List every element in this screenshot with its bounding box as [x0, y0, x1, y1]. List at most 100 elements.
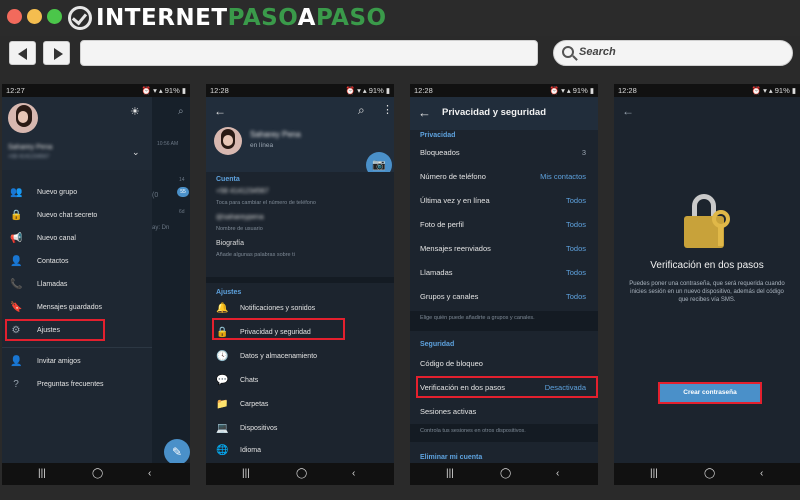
- close-window-button[interactable]: [7, 9, 22, 24]
- compose-fab-button[interactable]: ✎: [164, 439, 190, 465]
- sun-icon[interactable]: ☀: [130, 105, 140, 118]
- back-icon[interactable]: ‹: [760, 468, 763, 479]
- phone-screen-settings: 12:28 ⏰ ▾ ▴ 91% ▮ ← ⌕ ⋮ Saharey Pena en …: [206, 84, 394, 485]
- drawer-item-label: Mensajes guardados: [37, 304, 102, 311]
- create-password-button[interactable]: Crear contraseña: [658, 382, 762, 404]
- drawer-item-faq[interactable]: ? Preguntas frecuentes: [2, 374, 152, 396]
- privacy-row-blocked[interactable]: Bloqueados 3: [410, 141, 598, 165]
- lock-icon: 🔒: [10, 210, 23, 221]
- chat-list-background: ⌕ 10:56 AM 14 55 (0 6d ay: Dn ✎: [152, 97, 190, 465]
- account-phone-hint: Toca para cambiar el número de teléfono: [216, 200, 316, 206]
- browser-toolbar: Search: [0, 36, 800, 76]
- minimize-window-button[interactable]: [27, 9, 42, 24]
- bio-label[interactable]: Biografía: [216, 240, 244, 247]
- status-right: ⏰ ▾ ▴ 91% ▮: [549, 86, 594, 95]
- settings-item-devices[interactable]: 💻 Dispositivos: [206, 417, 394, 441]
- title-bar: INTERNETPASOAPASO: [0, 0, 800, 36]
- section-header: Eliminar mi cuenta: [420, 454, 483, 461]
- battery-level: 91%: [368, 86, 384, 95]
- back-arrow-icon[interactable]: ←: [214, 104, 226, 118]
- home-icon[interactable]: ◯: [296, 468, 307, 479]
- phone-screen-privacy: 12:28 ⏰ ▾ ▴ 91% ▮ ← Privacidad y segurid…: [410, 84, 598, 485]
- back-icon[interactable]: ‹: [148, 468, 151, 479]
- drawer-item-label: Preguntas frecuentes: [37, 381, 104, 388]
- settings-item-language[interactable]: 🌐 Idioma: [206, 439, 394, 463]
- drawer-item-saved[interactable]: 🔖 Mensajes guardados: [2, 297, 152, 319]
- security-row-passcode[interactable]: Código de bloqueo: [410, 352, 598, 376]
- settings-item-data[interactable]: 🕓 Datos y almacenamiento: [206, 345, 394, 369]
- avatar[interactable]: [214, 127, 242, 155]
- logo-check-icon: [68, 6, 92, 30]
- chat-icon: 💬: [216, 375, 229, 386]
- drawer-item-invite[interactable]: 👤 Invitar amigos: [2, 351, 152, 373]
- drawer-item-label: Nuevo canal: [37, 235, 76, 242]
- privacy-row-groups[interactable]: Grupos y canales Todos: [410, 285, 598, 309]
- recents-icon[interactable]: |||: [242, 468, 250, 479]
- row-value: Todos: [565, 244, 586, 253]
- battery-level: 91%: [164, 86, 180, 95]
- account-phone[interactable]: +58 4141234567: [216, 188, 269, 195]
- account-username-hint: Nombre de usuario: [216, 226, 263, 232]
- status-bar: 12:28 ⏰ ▾ ▴ 91% ▮: [614, 84, 800, 97]
- avatar[interactable]: [8, 103, 38, 133]
- status-time: 12:28: [210, 86, 229, 95]
- laptop-icon: 💻: [216, 423, 229, 434]
- forward-button[interactable]: [43, 41, 70, 65]
- home-icon[interactable]: ◯: [92, 468, 103, 479]
- back-icon[interactable]: ‹: [556, 468, 559, 479]
- maximize-window-button[interactable]: [47, 9, 62, 24]
- search-box[interactable]: Search: [553, 40, 793, 66]
- back-icon[interactable]: ‹: [352, 468, 355, 479]
- privacy-row-calls[interactable]: Llamadas Todos: [410, 261, 598, 285]
- settings-item-chats[interactable]: 💬 Chats: [206, 369, 394, 393]
- contact-icon: 👤: [10, 256, 23, 267]
- drawer-item-new-channel[interactable]: 📢 Nuevo canal: [2, 228, 152, 250]
- home-icon[interactable]: ◯: [500, 468, 511, 479]
- recents-icon[interactable]: |||: [38, 468, 46, 479]
- privacy-row-forwards[interactable]: Mensajes reenviados Todos: [410, 237, 598, 261]
- search-icon[interactable]: ⌕: [358, 103, 365, 118]
- nav-drawer: ☀ Saharey Pena +58 4141234567 ⌄ 👥 Nuevo g…: [2, 97, 152, 463]
- two-step-description: Puedes poner una contraseña, que será re…: [629, 281, 785, 303]
- security-row-sessions[interactable]: Sesiones activas: [410, 400, 598, 424]
- account-username[interactable]: @sahareypena: [216, 214, 264, 221]
- drawer-item-secret-chat[interactable]: 🔒 Nuevo chat secreto: [2, 205, 152, 227]
- more-vert-icon[interactable]: ⋮: [382, 103, 393, 116]
- recents-icon[interactable]: |||: [650, 468, 658, 479]
- add-user-icon: 👤: [10, 356, 23, 367]
- highlight-box: [212, 318, 345, 340]
- back-button[interactable]: [9, 41, 36, 65]
- back-arrow-icon[interactable]: ←: [622, 104, 634, 118]
- security-hint: Controla tus sesiones en otros dispositi…: [410, 424, 598, 442]
- row-label: Última vez y en línea: [420, 196, 490, 205]
- chevron-down-icon[interactable]: ⌄: [132, 147, 140, 158]
- drawer-item-contacts[interactable]: 👤 Contactos: [2, 251, 152, 273]
- address-bar[interactable]: [80, 40, 538, 66]
- settings-item-label: Notificaciones y sonidos: [240, 305, 316, 312]
- drawer-item-calls[interactable]: 📞 Llamadas: [2, 274, 152, 296]
- settings-item-folders[interactable]: 📁 Carpetas: [206, 393, 394, 417]
- drawer-item-new-group[interactable]: 👥 Nuevo grupo: [2, 182, 152, 204]
- section-header: Ajustes: [216, 289, 242, 296]
- privacy-row-photo[interactable]: Foto de perfil Todos: [410, 213, 598, 237]
- profile-header: ← ⌕ ⋮ Saharey Pena en línea 📷: [206, 97, 394, 178]
- privacy-row-phone[interactable]: Número de teléfono Mis contactos: [410, 165, 598, 189]
- chat-time: 6d: [179, 209, 185, 215]
- account-section: Cuenta +58 4141234567 Toca para cambiar …: [206, 172, 394, 277]
- back-arrow-icon[interactable]: ←: [418, 105, 431, 120]
- highlight-box: [416, 376, 598, 398]
- battery-level: 91%: [774, 86, 790, 95]
- row-value: Todos: [565, 196, 586, 205]
- drawer-item-label: Invitar amigos: [37, 358, 81, 365]
- row-value: Todos: [565, 220, 586, 229]
- recents-icon[interactable]: |||: [446, 468, 454, 479]
- screen-header: ← Privacidad y seguridad: [410, 97, 598, 130]
- bookmark-icon: 🔖: [10, 302, 23, 313]
- home-icon[interactable]: ◯: [704, 468, 715, 479]
- divider: [2, 347, 152, 348]
- drawer-item-label: Contactos: [37, 258, 69, 265]
- privacy-row-last-seen[interactable]: Última vez y en línea Todos: [410, 189, 598, 213]
- browser-window: INTERNETPASOAPASO Search 12:27 ⏰ ▾ ▴ 91%…: [0, 0, 800, 500]
- chat-time: 14: [179, 177, 185, 183]
- bio-hint: Añade algunas palabras sobre ti: [216, 252, 295, 258]
